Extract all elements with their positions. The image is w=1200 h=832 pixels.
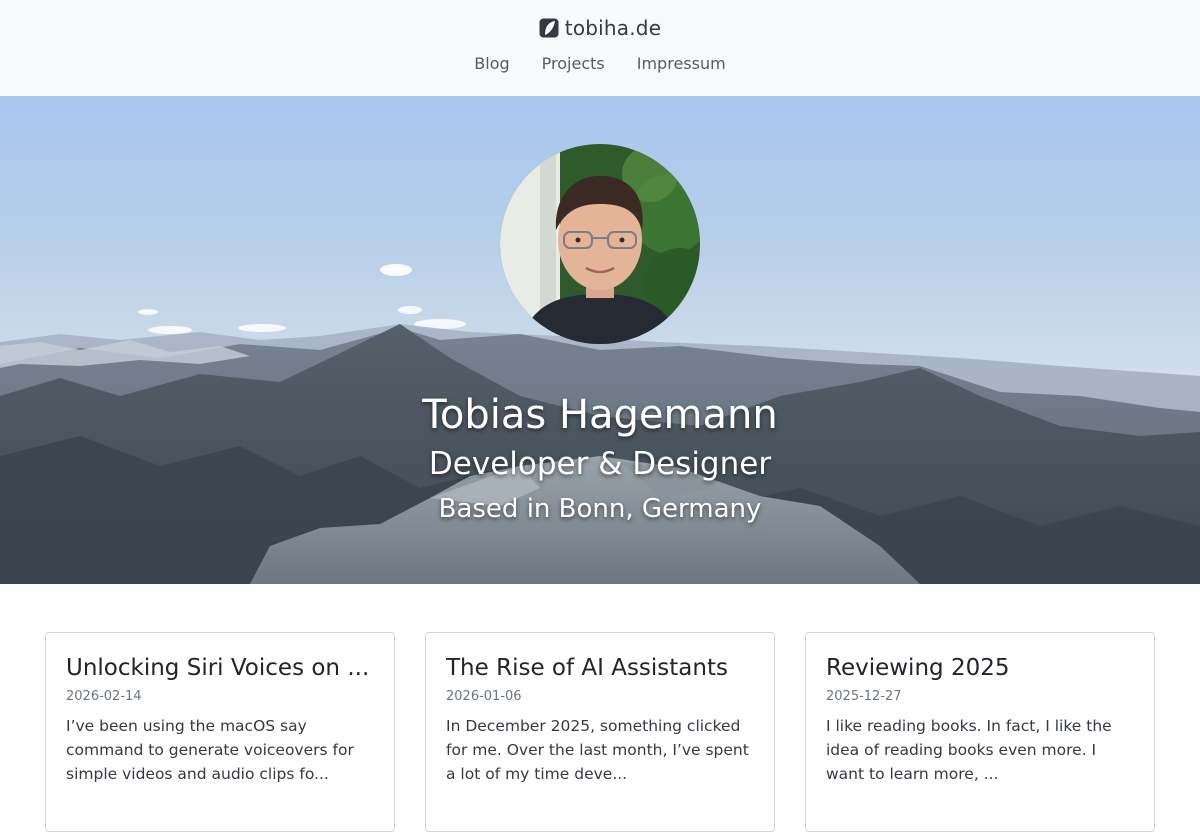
nav-blog[interactable]: Blog [474, 54, 509, 73]
post-card[interactable]: The Rise of AI Assistants 2026-01-06 In … [425, 632, 775, 832]
post-excerpt: I’ve been using the macOS say command to… [66, 717, 354, 783]
hero-location: Based in Bonn, Germany [438, 494, 762, 524]
leaf-logo-icon [539, 18, 559, 38]
post-date: 2026-02-14 [66, 689, 142, 704]
post-title[interactable]: Unlocking Siri Voices on ... [66, 653, 374, 683]
post-date: 2026-01-06 [446, 689, 522, 704]
post-excerpt: I like reading books. In fact, I like th… [826, 717, 1112, 783]
hero-role: Developer & Designer [428, 446, 772, 482]
brand-link[interactable]: tobiha.de [539, 16, 661, 40]
brand-name: tobiha.de [564, 16, 662, 40]
site-header: tobiha.de Blog Projects Impressum [0, 0, 1200, 96]
hero-banner: Tobias Hagemann Developer & Designer Bas… [0, 96, 1200, 584]
nav-impressum[interactable]: Impressum [637, 54, 726, 73]
post-card[interactable]: Reviewing 2025 2025-12-27 I like reading… [805, 632, 1155, 832]
main-nav: Blog Projects Impressum [474, 54, 725, 73]
nav-projects[interactable]: Projects [542, 54, 605, 73]
post-list: Unlocking Siri Voices on ... 2026-02-14 … [45, 632, 1155, 832]
post-title[interactable]: The Rise of AI Assistants [446, 653, 754, 683]
post-title[interactable]: Reviewing 2025 [826, 653, 1134, 683]
hero-name: Tobias Hagemann [422, 392, 778, 438]
profile-photo [500, 144, 700, 344]
post-excerpt: In December 2025, something clicked for … [446, 717, 749, 783]
post-date: 2025-12-27 [826, 689, 902, 704]
post-card[interactable]: Unlocking Siri Voices on ... 2026-02-14 … [45, 632, 395, 832]
